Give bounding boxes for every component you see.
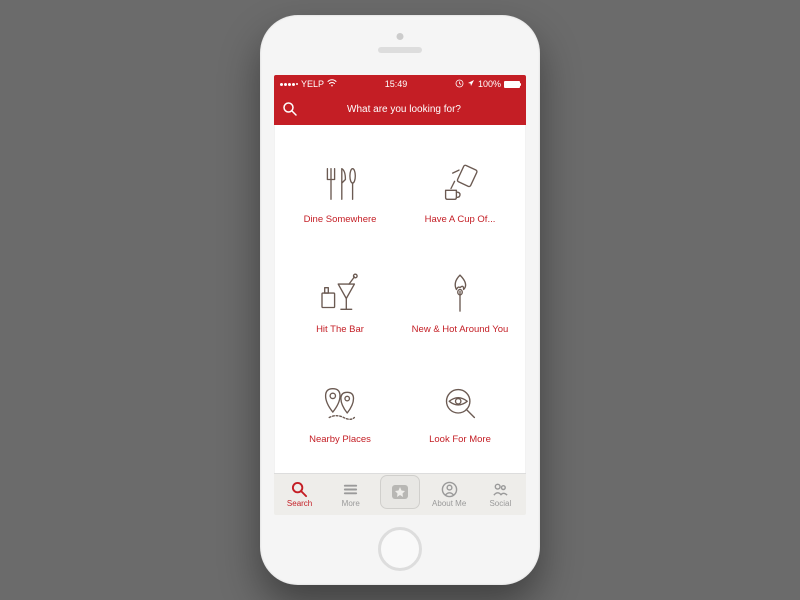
phone-camera (397, 33, 404, 40)
clock: 15:49 (385, 79, 408, 89)
tab-label: Search (287, 499, 312, 508)
tile-bar[interactable]: Hit The Bar (280, 247, 400, 357)
tab-more[interactable]: More (329, 481, 373, 508)
screen: YELP 15:49 100% What are (274, 75, 526, 515)
tile-look-more[interactable]: Look For More (400, 357, 520, 467)
wifi-icon (327, 79, 337, 89)
tile-label: Hit The Bar (316, 324, 364, 335)
menu-lines-icon (342, 481, 359, 498)
coffee-pour-icon (433, 160, 487, 208)
people-icon (492, 481, 509, 498)
magnifier-icon (282, 101, 298, 117)
tile-dine[interactable]: Dine Somewhere (280, 137, 400, 247)
tab-label: About Me (432, 499, 466, 508)
battery-pct: 100% (478, 79, 501, 89)
phone-speaker (378, 47, 422, 53)
category-grid: Dine Somewhere Have A Cup Of... (274, 125, 526, 473)
tile-hot[interactable]: New & Hot Around You (400, 247, 520, 357)
tile-nearby[interactable]: Nearby Places (280, 357, 400, 467)
status-bar: YELP 15:49 100% (274, 75, 526, 93)
map-pins-icon (313, 380, 367, 428)
phone-frame: YELP 15:49 100% What are (260, 15, 540, 585)
tab-search[interactable]: Search (278, 481, 322, 508)
tile-label: Look For More (429, 434, 491, 445)
tab-label: Social (489, 499, 511, 508)
tile-label: New & Hot Around You (412, 324, 509, 335)
carrier-label: YELP (301, 79, 324, 89)
search-tab-icon (291, 481, 308, 498)
cocktail-icon (313, 270, 367, 318)
tile-label: Dine Somewhere (304, 214, 377, 225)
person-circle-icon (441, 481, 458, 498)
signal-dots-icon (280, 83, 298, 86)
search-placeholder: What are you looking for? (310, 104, 518, 115)
flame-match-icon (433, 270, 487, 318)
eye-magnifier-icon (433, 380, 487, 428)
rotation-lock-icon (455, 79, 464, 90)
tab-social[interactable]: Social (478, 481, 522, 508)
tile-label: Have A Cup Of... (425, 214, 496, 225)
search-bar[interactable]: What are you looking for? (274, 93, 526, 125)
tab-about-me[interactable]: About Me (427, 481, 471, 508)
tab-bookmark[interactable] (380, 475, 420, 509)
tile-coffee[interactable]: Have A Cup Of... (400, 137, 520, 247)
utensils-icon (313, 160, 367, 208)
battery-icon (504, 81, 520, 88)
tab-label: More (342, 499, 360, 508)
location-icon (467, 79, 475, 89)
home-button[interactable] (378, 527, 422, 571)
tile-label: Nearby Places (309, 434, 371, 445)
tab-bar: Search More About Me Social (274, 473, 526, 515)
star-badge-icon (390, 482, 410, 502)
